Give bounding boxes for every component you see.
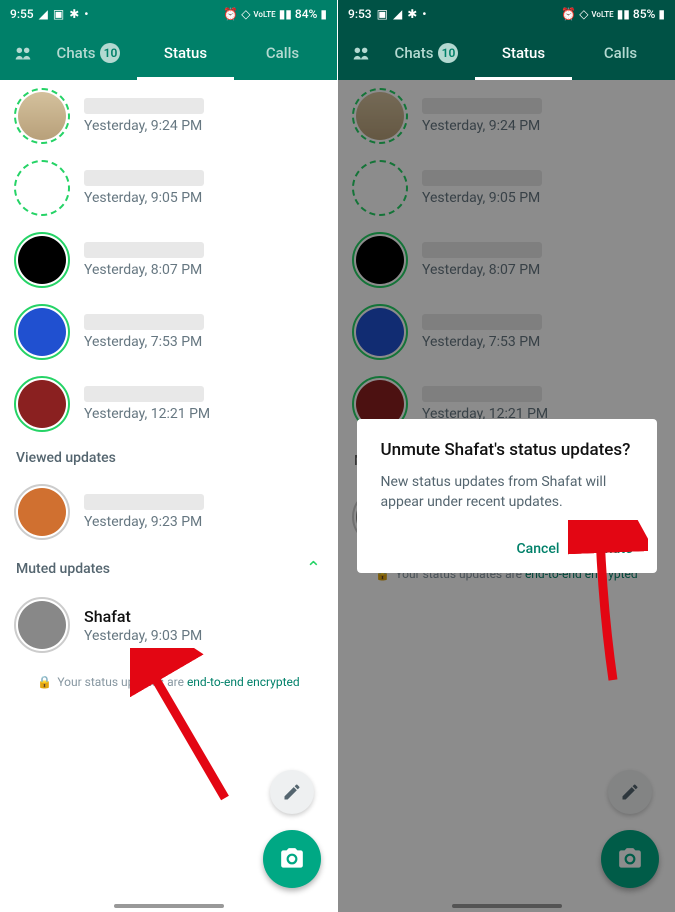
cancel-button[interactable]: Cancel (517, 541, 560, 557)
status-item[interactable]: Yesterday, 12:21 PM (0, 368, 337, 440)
battery-text: 84% (295, 7, 317, 21)
avatar (18, 92, 66, 140)
clock-text: 9:55 (10, 7, 34, 21)
clock-text: 9:53 (348, 7, 372, 21)
phone-right: 9:53 ▣◢✱• ⏰◇VoLTE▮▮ 85%▮ Chats10 Status … (338, 0, 675, 912)
tab-status[interactable]: Status (137, 28, 234, 80)
status-ring (14, 304, 70, 360)
status-time: Yesterday, 7:53 PM (84, 334, 323, 350)
status-time: Yesterday, 9:24 PM (84, 118, 323, 134)
status-name-redacted (84, 386, 204, 402)
status-list: Yesterday, 9:24 PM Yesterday, 9:05 PM Ye… (0, 80, 337, 912)
alarm-icon: ⏰ (223, 7, 238, 21)
volte-icon: VoLTE (253, 10, 275, 19)
status-list: Yesterday, 9:24 PM Yesterday, 9:05 PM Ye… (338, 80, 675, 912)
tab-chats[interactable]: Chats 10 (40, 28, 137, 80)
status-name: Shafat (84, 607, 323, 626)
dialog-body: New status updates from Shafat will appe… (381, 473, 633, 512)
pencil-fab[interactable] (270, 770, 314, 814)
status-name-redacted (84, 242, 204, 258)
camera-fab[interactable] (263, 830, 321, 888)
top-bar: Chats10 Status Calls (338, 28, 675, 80)
viewed-header: Viewed updates (0, 440, 337, 476)
status-name-redacted (84, 314, 204, 330)
status-ring (14, 597, 70, 653)
encryption-note: 🔒 Your status updates are end-to-end enc… (0, 661, 337, 703)
nav-pill (114, 904, 224, 908)
status-item[interactable]: Yesterday, 9:05 PM (0, 152, 337, 224)
avatar (18, 380, 66, 428)
status-item[interactable]: Yesterday, 7:53 PM (0, 296, 337, 368)
avatar (18, 236, 66, 284)
status-time: Yesterday, 12:21 PM (84, 406, 323, 422)
wifi-icon: ◇ (241, 7, 250, 21)
status-ring (14, 376, 70, 432)
image-icon: ▣ (53, 7, 64, 21)
signal-icon: ▮▮ (279, 7, 292, 21)
status-bar: 9:53 ▣◢✱• ⏰◇VoLTE▮▮ 85%▮ (338, 0, 675, 28)
status-time: Yesterday, 9:05 PM (84, 190, 323, 206)
telegram-icon: ◢ (39, 7, 48, 21)
status-name-redacted (84, 494, 204, 510)
lock-icon: 🔒 (37, 675, 52, 689)
tab-calls[interactable]: Calls (234, 28, 331, 80)
unmute-dialog: Unmute Shafat's status updates? New stat… (357, 419, 657, 572)
tab-calls[interactable]: Calls (572, 28, 669, 80)
avatar (18, 488, 66, 536)
avatar (18, 164, 66, 212)
unmute-button[interactable]: Unmute (583, 541, 632, 557)
tab-chats[interactable]: Chats10 (378, 28, 475, 80)
status-time: Yesterday, 9:23 PM (84, 514, 323, 530)
status-ring (14, 160, 70, 216)
chats-badge: 10 (100, 43, 120, 63)
status-bar: 9:55 ◢ ▣ ✱ • ⏰ ◇ VoLTE ▮▮ 84% ▮ (0, 0, 337, 28)
slack-icon: ✱ (69, 7, 79, 21)
status-name-redacted (84, 98, 204, 114)
battery-icon: ▮ (320, 7, 327, 21)
avatar (18, 601, 66, 649)
status-time: Yesterday, 8:07 PM (84, 262, 323, 278)
encryption-link[interactable]: end-to-end encrypted (187, 675, 300, 689)
status-ring (14, 88, 70, 144)
top-bar: Chats 10 Status Calls (0, 28, 337, 80)
status-item[interactable]: Yesterday, 8:07 PM (0, 224, 337, 296)
muted-header[interactable]: Muted updates ⌃ (0, 548, 337, 589)
status-item[interactable]: Shafat Yesterday, 9:03 PM (0, 589, 337, 661)
avatar (18, 308, 66, 356)
status-name-redacted (84, 170, 204, 186)
tab-status[interactable]: Status (475, 28, 572, 80)
dialog-title: Unmute Shafat's status updates? (381, 439, 633, 461)
status-ring (14, 484, 70, 540)
chevron-up-icon: ⌃ (306, 558, 321, 579)
status-item[interactable]: Yesterday, 9:24 PM (0, 80, 337, 152)
status-item[interactable]: Yesterday, 9:23 PM (0, 476, 337, 548)
status-ring (14, 232, 70, 288)
community-icon[interactable] (6, 43, 40, 65)
dialog-overlay[interactable]: Unmute Shafat's status updates? New stat… (338, 80, 675, 912)
status-time: Yesterday, 9:03 PM (84, 628, 323, 644)
phone-left: 9:55 ◢ ▣ ✱ • ⏰ ◇ VoLTE ▮▮ 84% ▮ Chats 10… (0, 0, 337, 912)
community-icon[interactable] (344, 43, 378, 65)
